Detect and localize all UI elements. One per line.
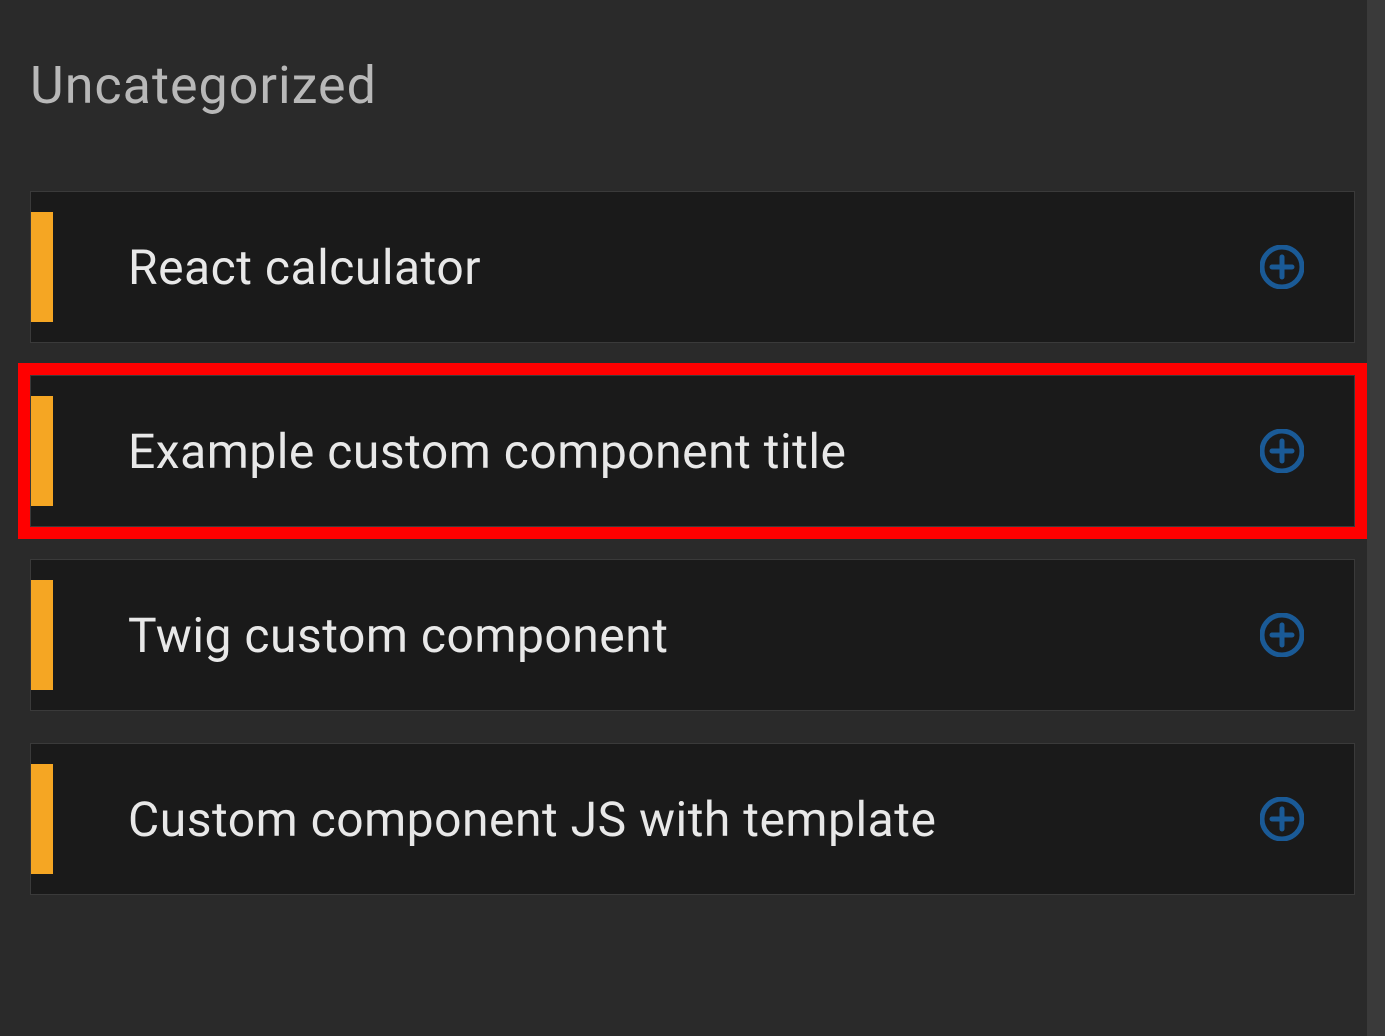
component-item-wrapper-highlighted: Example custom component title	[30, 375, 1355, 527]
component-item-label: Custom component JS with template	[128, 791, 1260, 848]
component-item-wrapper: React calculator	[30, 191, 1355, 343]
add-icon[interactable]	[1260, 245, 1304, 289]
scrollbar[interactable]	[1367, 0, 1385, 1036]
component-item-label: Twig custom component	[128, 607, 1260, 664]
component-item-wrapper: Custom component JS with template	[30, 743, 1355, 895]
accent-bar	[31, 580, 53, 690]
accent-bar	[31, 212, 53, 322]
component-panel: Uncategorized React calculator Example	[0, 0, 1385, 925]
section-title: Uncategorized	[30, 55, 1355, 116]
component-item-react-calculator[interactable]: React calculator	[30, 191, 1355, 343]
component-item-example-custom-component[interactable]: Example custom component title	[30, 375, 1355, 527]
component-item-twig-custom-component[interactable]: Twig custom component	[30, 559, 1355, 711]
component-item-wrapper: Twig custom component	[30, 559, 1355, 711]
component-item-label: React calculator	[128, 239, 1260, 296]
accent-bar	[31, 764, 53, 874]
add-icon[interactable]	[1260, 797, 1304, 841]
add-icon[interactable]	[1260, 613, 1304, 657]
component-list: React calculator Example custom componen…	[30, 191, 1355, 895]
component-item-custom-component-js-template[interactable]: Custom component JS with template	[30, 743, 1355, 895]
add-icon[interactable]	[1260, 429, 1304, 473]
component-item-label: Example custom component title	[128, 423, 1260, 480]
accent-bar	[31, 396, 53, 506]
